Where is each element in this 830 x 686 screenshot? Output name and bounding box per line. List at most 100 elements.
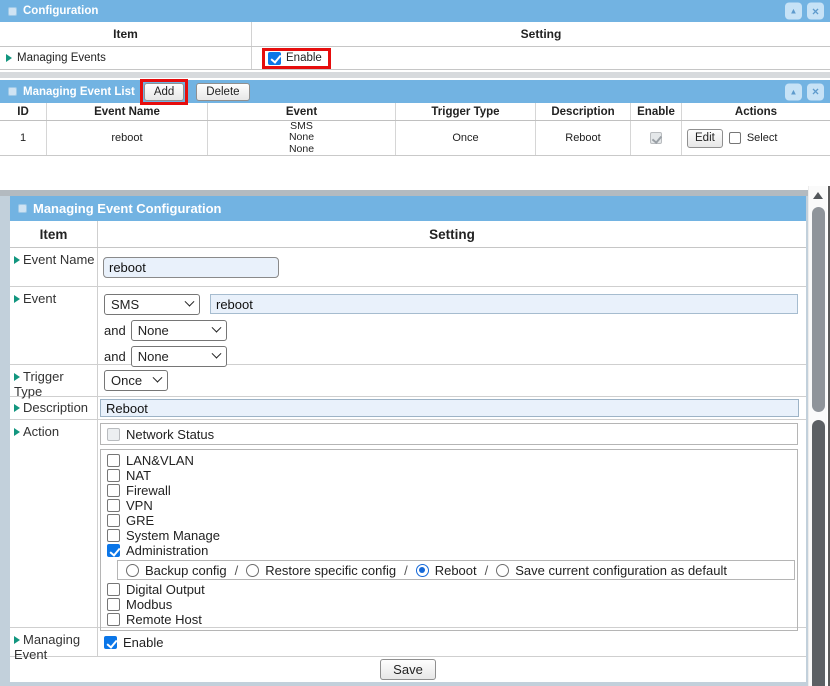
- managing-events-label: Managing Events: [17, 52, 106, 64]
- column-id: ID: [0, 103, 47, 120]
- delete-button[interactable]: Delete: [196, 83, 249, 101]
- cell-trigger-type: Once: [396, 121, 536, 155]
- description-input[interactable]: Reboot: [100, 399, 799, 417]
- event-and-select-1[interactable]: None: [131, 320, 227, 341]
- trigger-type-label: Trigger Type: [14, 369, 64, 399]
- edit-button[interactable]: Edit: [687, 129, 723, 148]
- managing-events-enable-checkbox[interactable]: [268, 52, 281, 65]
- close-icon[interactable]: ×: [807, 83, 824, 100]
- managing-event-enable-checkbox[interactable]: [104, 636, 117, 649]
- network-status-label: Network Status: [126, 427, 214, 442]
- configuration-table-header: Item Setting: [0, 22, 830, 47]
- event-configuration-header: Managing Event Configuration: [10, 196, 806, 221]
- page: Configuration ▲ × Item Setting Managing …: [0, 0, 830, 686]
- description-row: Description Reboot: [10, 397, 806, 420]
- configuration-panel: Configuration ▲ × Item Setting Managing …: [0, 0, 830, 70]
- item-arrow-icon: [6, 54, 12, 62]
- column-item: Item: [10, 221, 98, 247]
- managing-event-row: Managing Event Enable: [10, 628, 806, 657]
- and-label: and: [104, 349, 126, 364]
- chevron-down-icon: [153, 373, 163, 383]
- row-enable-checkbox: [650, 132, 662, 144]
- nat-checkbox[interactable]: [107, 469, 120, 482]
- event-type-select[interactable]: SMS: [104, 294, 200, 315]
- event-configuration-frame: Managing Event Configuration Item Settin…: [0, 190, 808, 686]
- restore-config-radio[interactable]: [246, 564, 259, 577]
- arrow-up-icon: [813, 192, 823, 199]
- highlight-box-add: Add: [140, 79, 188, 105]
- event-list-header: Managing Event List Add Delete ▲ ×: [0, 80, 830, 103]
- firewall-checkbox[interactable]: [107, 484, 120, 497]
- digital-output-checkbox[interactable]: [107, 583, 120, 596]
- item-arrow-icon: [14, 373, 20, 381]
- event-and-select-2[interactable]: None: [131, 346, 227, 367]
- column-trigger-type: Trigger Type: [396, 103, 536, 120]
- administration-checkbox[interactable]: [107, 544, 120, 557]
- scrollbar-thumb-upper[interactable]: [812, 207, 825, 412]
- panel-separator: [0, 72, 830, 78]
- event-label: Event: [23, 291, 56, 306]
- event-list-table-header: ID Event Name Event Trigger Type Descrip…: [0, 103, 830, 121]
- modbus-checkbox[interactable]: [107, 598, 120, 611]
- managing-event-list-panel: Managing Event List Add Delete ▲ × ID Ev…: [0, 80, 830, 156]
- panel-bullet-icon: [8, 7, 17, 16]
- add-button[interactable]: Add: [144, 83, 184, 101]
- trigger-type-select[interactable]: Once: [104, 370, 168, 391]
- scrollbar-thumb-lower[interactable]: [812, 420, 825, 686]
- item-arrow-icon: [14, 636, 20, 644]
- trigger-type-row: Trigger Type Once: [10, 365, 806, 397]
- event-row: Event SMS reboot and None and None: [10, 287, 806, 365]
- network-status-checkbox: [107, 428, 120, 441]
- column-event: Event: [208, 103, 396, 120]
- system-manage-checkbox[interactable]: [107, 529, 120, 542]
- collapse-icon[interactable]: ▲: [785, 3, 802, 20]
- item-arrow-icon: [14, 256, 20, 264]
- highlight-box-enable: Enable: [262, 48, 331, 69]
- vpn-checkbox[interactable]: [107, 499, 120, 512]
- event-name-label: Event Name: [23, 252, 95, 267]
- cell-id: 1: [0, 121, 47, 155]
- action-label: Action: [23, 424, 59, 439]
- event-configuration-panel: Managing Event Configuration Item Settin…: [10, 196, 806, 682]
- chevron-down-icon: [211, 348, 221, 358]
- column-enable: Enable: [631, 103, 682, 120]
- row-select-checkbox[interactable]: [729, 132, 741, 144]
- save-button[interactable]: Save: [380, 659, 436, 680]
- column-actions: Actions: [682, 103, 830, 120]
- event-value-input[interactable]: reboot: [210, 294, 798, 314]
- configuration-header: Configuration ▲ ×: [0, 0, 830, 22]
- action-checkbox-group: LAN&VLAN NAT Firewall VPN GRE System Man…: [100, 449, 798, 631]
- collapse-icon[interactable]: ▲: [785, 83, 802, 100]
- configuration-title: Configuration: [23, 5, 98, 17]
- lan-vlan-checkbox[interactable]: [107, 454, 120, 467]
- item-arrow-icon: [14, 428, 20, 436]
- administration-options-group: Backup config / Restore specific config …: [117, 560, 795, 580]
- configuration-table-header: Item Setting: [10, 221, 806, 248]
- event-configuration-title: Managing Event Configuration: [33, 201, 222, 216]
- backup-config-radio[interactable]: [126, 564, 139, 577]
- gre-checkbox[interactable]: [107, 514, 120, 527]
- enable-label: Enable: [286, 52, 322, 64]
- description-label: Description: [23, 400, 88, 415]
- save-row: Save: [10, 657, 806, 682]
- action-row: Action Network Status LAN&VLAN NAT Firew…: [10, 420, 806, 628]
- network-status-group: Network Status: [100, 423, 798, 445]
- select-label: Select: [747, 132, 778, 144]
- panel-bullet-icon: [18, 204, 27, 213]
- event-list-row: 1 reboot SMS None None Once Reboot Edit …: [0, 121, 830, 156]
- scrollbar-up-button[interactable]: [809, 186, 827, 204]
- item-arrow-icon: [14, 295, 20, 303]
- remote-host-checkbox[interactable]: [107, 613, 120, 626]
- column-setting: Setting: [98, 221, 806, 247]
- save-default-radio[interactable]: [496, 564, 509, 577]
- vertical-scrollbar[interactable]: [808, 186, 827, 686]
- event-name-row: Event Name reboot: [10, 248, 806, 287]
- enable-label: Enable: [123, 635, 163, 650]
- column-description: Description: [536, 103, 631, 120]
- reboot-radio[interactable]: [416, 564, 429, 577]
- close-icon[interactable]: ×: [807, 3, 824, 20]
- cell-event-name: reboot: [47, 121, 208, 155]
- column-item: Item: [0, 22, 252, 46]
- and-label: and: [104, 323, 126, 338]
- event-name-input[interactable]: reboot: [103, 257, 279, 278]
